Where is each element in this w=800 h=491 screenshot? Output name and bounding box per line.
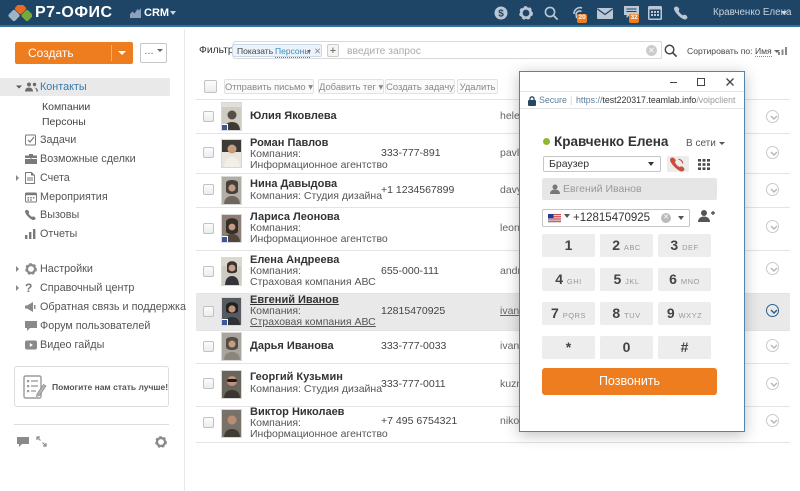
svg-text:$: $ [498,9,504,20]
